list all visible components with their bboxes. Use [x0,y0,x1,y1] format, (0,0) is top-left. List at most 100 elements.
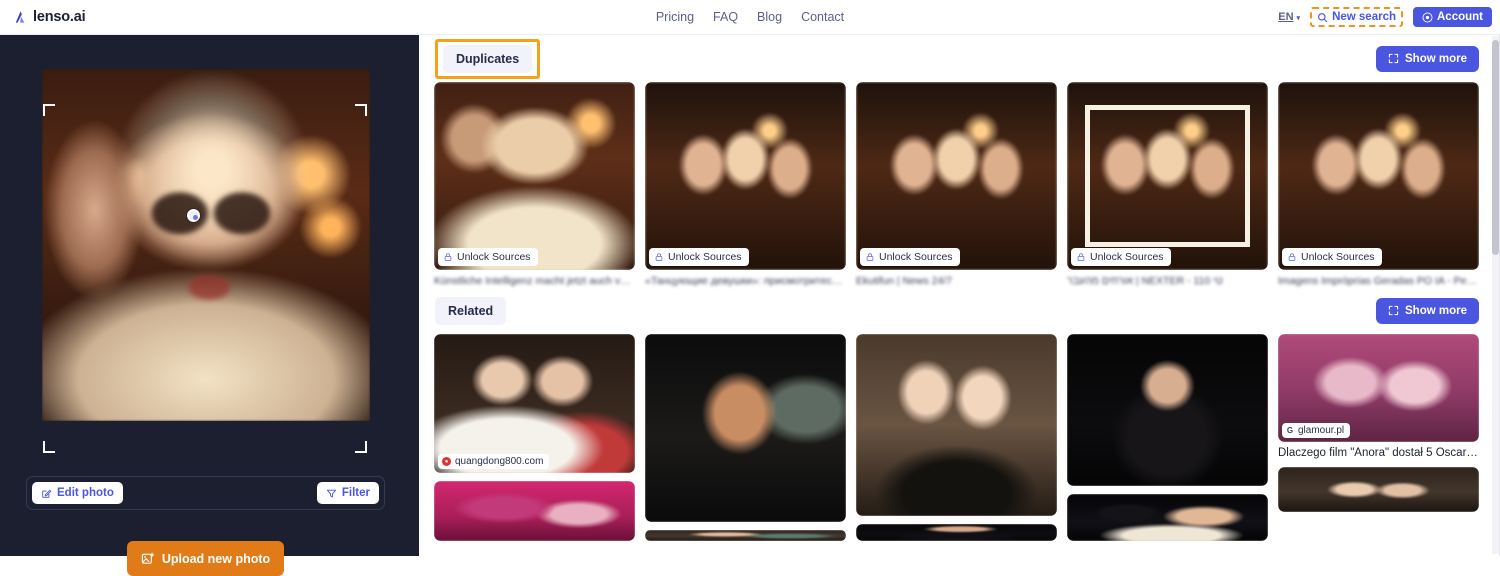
new-search-label: New search [1332,11,1396,23]
unlock-sources-label: Unlock Sources [1090,251,1164,263]
new-search-highlight: New search [1310,7,1403,27]
duplicate-thumbnail[interactable]: Unlock Sources [856,82,1057,270]
edit-photo-button[interactable]: Edit photo [32,482,123,504]
unlock-sources-label: Unlock Sources [879,251,953,263]
related-caption: Dlaczego film "Anora" dostał 5 Oscarów? … [1278,447,1479,459]
crop-handle-top-left[interactable] [43,104,55,116]
nav-item-contact[interactable]: Contact [801,10,844,24]
related-source-label: glamour.pl [1298,425,1345,436]
unlock-sources-badge[interactable]: Unlock Sources [860,248,960,266]
photo-border [1085,104,1250,248]
duplicate-card[interactable]: Unlock Sources Künstliche Intelligenz ma… [434,82,635,287]
crop-handle-bottom-right[interactable] [355,441,367,453]
upload-new-photo-button[interactable]: Upload new photo [127,541,284,576]
duplicates-tab-highlight: Duplicates [435,38,541,79]
related-thumbnail[interactable] [1067,494,1268,541]
results-panel: Duplicates Show more Unlock Sources Küns… [419,35,1500,556]
duplicate-card[interactable]: Unlock Sources «Танцующие девушки»: прис… [645,82,846,287]
face-selection-dot[interactable] [187,209,200,222]
related-image [434,481,635,541]
tab-related[interactable]: Related [435,296,507,325]
chevron-down-icon: ▾ [1296,15,1301,22]
related-card[interactable]: G glamour.pl Dlaczego film "Anora" dosta… [1278,334,1479,541]
unlock-sources-badge[interactable]: Unlock Sources [1282,248,1382,266]
nav-item-blog[interactable]: Blog [757,10,782,24]
left-sidebar: Edit photo Filter Upload new photo [0,35,419,576]
duplicates-grid: Unlock Sources Künstliche Intelligenz ma… [419,82,1500,287]
related-image [856,524,1057,541]
unlock-sources-badge[interactable]: Unlock Sources [1071,248,1171,266]
photo-image [42,69,370,421]
duplicates-show-more-button[interactable]: Show more [1376,45,1479,72]
related-show-more-label: Show more [1405,304,1467,317]
edit-photo-label: Edit photo [57,487,114,499]
related-thumbnail[interactable] [856,334,1057,516]
duplicate-image [434,82,635,270]
glamour-favicon: G [1286,426,1294,435]
related-image [1067,494,1268,541]
duplicate-thumbnail[interactable]: Unlock Sources [434,82,635,270]
duplicates-header: Duplicates Show more [419,35,1500,82]
nav-item-faq[interactable]: FAQ [713,10,738,24]
related-source-badge[interactable]: ● quangdong800.com [438,454,550,469]
nav-item-pricing[interactable]: Pricing [656,10,694,24]
unlock-sources-badge[interactable]: Unlock Sources [438,248,538,266]
related-thumbnail[interactable]: ● quangdong800.com [434,334,635,473]
expand-icon [1388,305,1399,316]
duplicate-image [645,82,846,270]
new-search-button[interactable]: New search [1315,10,1398,24]
duplicate-caption: Ekutifun | News 24/7 [856,275,953,287]
tab-duplicates[interactable]: Duplicates [443,44,533,73]
related-card[interactable]: ● quangdong800.com [434,334,635,541]
duplicate-image [1278,82,1479,270]
lock-icon [655,253,663,261]
duplicate-card[interactable]: Unlock Sources אורחים מהעבר | NEXTER - 1… [1067,82,1268,287]
duplicate-card[interactable]: Unlock Sources Ekutifun | News 24/7 [856,82,1057,287]
page-scrollbar-thumb[interactable] [1492,40,1499,255]
duplicate-thumbnail[interactable]: Unlock Sources [1067,82,1268,270]
related-thumbnail[interactable] [1278,467,1479,512]
related-image [645,334,846,522]
related-image [1278,467,1479,512]
lock-icon [1077,253,1085,261]
lock-icon [444,253,452,261]
crop-handle-top-right[interactable] [355,104,367,116]
unlock-sources-label: Unlock Sources [1301,251,1375,263]
related-image [434,334,635,473]
funnel-icon [326,489,336,497]
filter-button[interactable]: Filter [316,482,379,504]
related-thumbnail[interactable] [1067,334,1268,486]
related-grid: ● quangdong800.com G glamour.pl Dlaczego… [419,334,1500,541]
crop-handle-bottom-left[interactable] [43,441,55,453]
duplicates-show-more-label: Show more [1405,52,1467,65]
related-card[interactable] [856,334,1057,541]
main-nav: Pricing FAQ Blog Contact [0,10,1500,24]
related-image [645,530,846,541]
unlock-sources-badge[interactable]: Unlock Sources [649,248,749,266]
related-show-more-button[interactable]: Show more [1376,297,1479,324]
duplicate-caption: Imagens Impróprias Geradas PO IA - Pes… [1278,275,1479,287]
related-card[interactable] [1067,334,1268,541]
related-image [1067,334,1268,486]
related-thumbnail[interactable] [856,524,1057,541]
photo-tools-row: Edit photo Filter [26,476,385,510]
related-header: Related Show more [419,287,1500,334]
upload-new-photo-label: Upload new photo [161,551,271,566]
duplicate-caption: Künstliche Intelligenz macht jetzt auch … [434,275,635,287]
related-thumbnail[interactable] [645,530,846,541]
unlock-sources-label: Unlock Sources [668,251,742,263]
related-thumbnail[interactable]: G glamour.pl [1278,334,1479,442]
related-thumbnail[interactable] [645,334,846,522]
duplicate-thumbnail[interactable]: Unlock Sources [1278,82,1479,270]
duplicate-thumbnail[interactable]: Unlock Sources [645,82,846,270]
related-card[interactable] [645,334,846,541]
duplicate-card[interactable]: Unlock Sources Imagens Impróprias Gerada… [1278,82,1479,287]
related-thumbnail[interactable] [434,481,635,541]
filter-label: Filter [341,487,370,499]
uploaded-photo[interactable] [42,69,370,421]
related-source-badge[interactable]: G glamour.pl [1282,423,1351,438]
pencil-square-icon [42,489,52,498]
duplicate-caption: אורחים מהעבר | NEXTER - 110 טי [1067,275,1223,287]
duplicate-image [856,82,1057,270]
red-circle-favicon: ● [442,457,451,466]
